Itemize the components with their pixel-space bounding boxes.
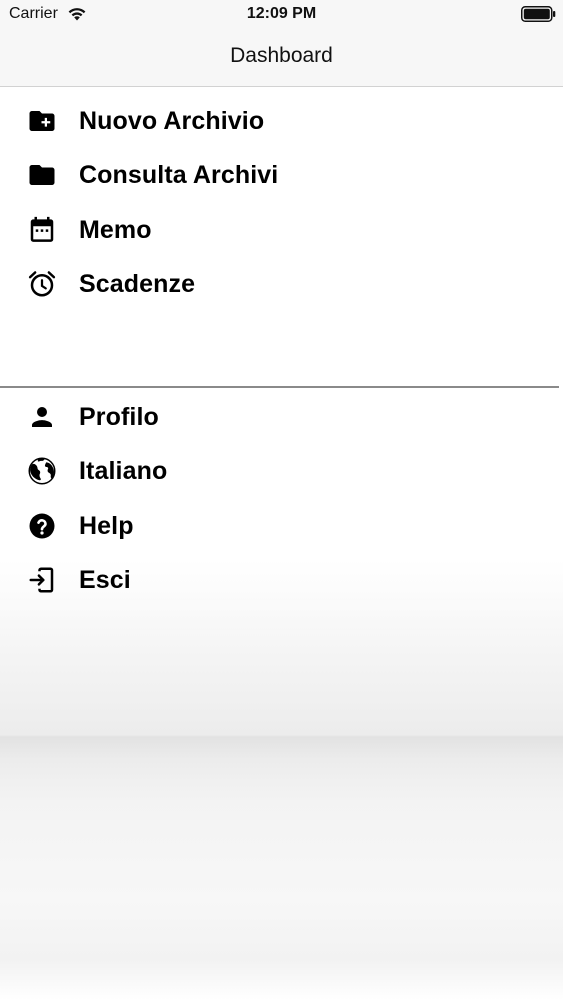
- menu-item-label: Consulta Archivi: [79, 161, 279, 189]
- menu-item-nuovo-archivio[interactable]: Nuovo Archivio: [0, 97, 563, 145]
- folder-plus-icon: [27, 106, 57, 136]
- dashboard-screen: Carrier 12:09 PM Dashboard Nuovo Archivi…: [0, 0, 563, 1000]
- menu-item-label: Esci: [79, 566, 131, 594]
- folder-icon: [27, 160, 57, 190]
- menu-item-help[interactable]: Help: [0, 502, 563, 550]
- help-circle-icon: [27, 511, 57, 541]
- person-icon: [27, 402, 57, 432]
- status-bar: Carrier 12:09 PM: [0, 0, 563, 30]
- menu-item-scadenze[interactable]: Scadenze: [0, 260, 563, 308]
- menu-item-consulta-archivi[interactable]: Consulta Archivi: [0, 151, 563, 199]
- status-time: 12:09 PM: [246, 5, 317, 22]
- menu-item-label: Memo: [79, 216, 152, 244]
- alarm-clock-icon: [27, 269, 57, 299]
- section-divider: [0, 386, 559, 388]
- menu-item-profilo[interactable]: Profilo: [0, 393, 563, 441]
- exit-icon: [27, 565, 57, 595]
- navigation-bar: Dashboard: [0, 30, 563, 87]
- menu-item-label: Italiano: [79, 457, 168, 485]
- menu-item-esci[interactable]: Esci: [0, 556, 563, 604]
- menu-item-label: Scadenze: [79, 270, 196, 298]
- menu-item-italiano[interactable]: Italiano: [0, 447, 563, 495]
- battery-icon: [521, 6, 556, 22]
- menu-item-label: Help: [79, 512, 134, 540]
- page-title: Dashboard: [230, 44, 333, 67]
- menu-item-label: Profilo: [79, 403, 159, 431]
- calendar-icon: [27, 215, 57, 245]
- globe-icon: [27, 456, 57, 486]
- menu-item-memo[interactable]: Memo: [0, 206, 563, 254]
- menu-item-label: Nuovo Archivio: [79, 107, 265, 135]
